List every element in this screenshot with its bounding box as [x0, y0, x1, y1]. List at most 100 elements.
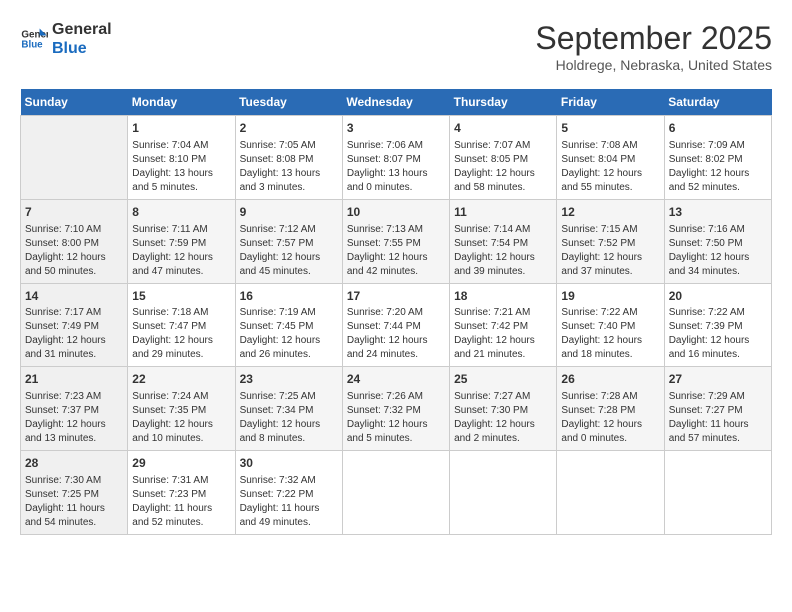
day-info: Sunrise: 7:11 AM Sunset: 7:59 PM Dayligh… [132, 223, 230, 279]
calendar-cell: 12 Sunrise: 7:15 AM Sunset: 7:52 PM Dayli… [557, 199, 664, 283]
day-info: Sunrise: 7:19 AM Sunset: 7:45 PM Dayligh… [240, 306, 338, 362]
day-number: 25 [454, 371, 552, 388]
day-number: 7 [25, 204, 123, 221]
month-title: September 2025 [535, 20, 772, 57]
day-info: Sunrise: 7:04 AM Sunset: 8:10 PM Dayligh… [132, 139, 230, 195]
day-number: 22 [132, 371, 230, 388]
day-number: 30 [240, 455, 338, 472]
calendar-cell: 4 Sunrise: 7:07 AM Sunset: 8:05 PM Daylig… [450, 116, 557, 200]
day-number: 16 [240, 288, 338, 305]
day-info: Sunrise: 7:22 AM Sunset: 7:40 PM Dayligh… [561, 306, 659, 362]
week-row-4: 21 Sunrise: 7:23 AM Sunset: 7:37 PM Dayli… [21, 367, 772, 451]
calendar-cell: 28 Sunrise: 7:30 AM Sunset: 7:25 PM Dayli… [21, 451, 128, 535]
day-info: Sunrise: 7:26 AM Sunset: 7:32 PM Dayligh… [347, 390, 445, 446]
day-info: Sunrise: 7:22 AM Sunset: 7:39 PM Dayligh… [669, 306, 767, 362]
calendar-cell: 14Sunrise: 7:17 AM Sunset: 7:49 PM Dayli… [21, 283, 128, 367]
day-info: Sunrise: 7:20 AM Sunset: 7:44 PM Dayligh… [347, 306, 445, 362]
calendar-cell: 7 Sunrise: 7:10 AM Sunset: 8:00 PM Daylig… [21, 199, 128, 283]
week-row-1: 1 Sunrise: 7:04 AM Sunset: 8:10 PM Daylig… [21, 116, 772, 200]
calendar-cell: 26 Sunrise: 7:28 AM Sunset: 7:28 PM Dayli… [557, 367, 664, 451]
day-number: 20 [669, 288, 767, 305]
day-number: 9 [240, 204, 338, 221]
calendar-cell: 19Sunrise: 7:22 AM Sunset: 7:40 PM Dayli… [557, 283, 664, 367]
day-info: Sunrise: 7:17 AM Sunset: 7:49 PM Dayligh… [25, 306, 123, 362]
day-info: Sunrise: 7:23 AM Sunset: 7:37 PM Dayligh… [25, 390, 123, 446]
calendar-cell [450, 451, 557, 535]
weekday-header-wednesday: Wednesday [342, 89, 449, 116]
calendar-cell: 20Sunrise: 7:22 AM Sunset: 7:39 PM Dayli… [664, 283, 771, 367]
calendar-cell: 15Sunrise: 7:18 AM Sunset: 7:47 PM Dayli… [128, 283, 235, 367]
calendar-table: SundayMondayTuesdayWednesdayThursdayFrid… [20, 89, 772, 535]
day-number: 12 [561, 204, 659, 221]
calendar-cell: 6 Sunrise: 7:09 AM Sunset: 8:02 PM Daylig… [664, 116, 771, 200]
day-number: 24 [347, 371, 445, 388]
day-number: 15 [132, 288, 230, 305]
day-number: 10 [347, 204, 445, 221]
day-info: Sunrise: 7:14 AM Sunset: 7:54 PM Dayligh… [454, 223, 552, 279]
day-info: Sunrise: 7:15 AM Sunset: 7:52 PM Dayligh… [561, 223, 659, 279]
calendar-cell [664, 451, 771, 535]
calendar-cell [557, 451, 664, 535]
weekday-header-thursday: Thursday [450, 89, 557, 116]
day-number: 21 [25, 371, 123, 388]
day-number: 28 [25, 455, 123, 472]
calendar-cell: 9Sunrise: 7:12 AM Sunset: 7:57 PM Daylig… [235, 199, 342, 283]
logo-general: General [52, 20, 112, 39]
calendar-cell: 27 Sunrise: 7:29 AM Sunset: 7:27 PM Dayli… [664, 367, 771, 451]
calendar-cell [21, 116, 128, 200]
page-header: General Blue General Blue September 2025… [20, 20, 772, 73]
day-info: Sunrise: 7:10 AM Sunset: 8:00 PM Dayligh… [25, 223, 123, 279]
day-info: Sunrise: 7:13 AM Sunset: 7:55 PM Dayligh… [347, 223, 445, 279]
weekday-header-monday: Monday [128, 89, 235, 116]
day-info: Sunrise: 7:28 AM Sunset: 7:28 PM Dayligh… [561, 390, 659, 446]
calendar-cell: 25 Sunrise: 7:27 AM Sunset: 7:30 PM Dayli… [450, 367, 557, 451]
day-info: Sunrise: 7:31 AM Sunset: 7:23 PM Dayligh… [132, 474, 230, 530]
logo: General Blue General Blue [20, 20, 112, 58]
day-number: 14 [25, 288, 123, 305]
day-number: 3 [347, 120, 445, 137]
calendar-cell: 11 Sunrise: 7:14 AM Sunset: 7:54 PM Dayli… [450, 199, 557, 283]
day-number: 13 [669, 204, 767, 221]
week-row-5: 28 Sunrise: 7:30 AM Sunset: 7:25 PM Dayli… [21, 451, 772, 535]
calendar-cell: 16Sunrise: 7:19 AM Sunset: 7:45 PM Dayli… [235, 283, 342, 367]
day-info: Sunrise: 7:29 AM Sunset: 7:27 PM Dayligh… [669, 390, 767, 446]
day-number: 6 [669, 120, 767, 137]
day-info: Sunrise: 7:07 AM Sunset: 8:05 PM Dayligh… [454, 139, 552, 195]
day-info: Sunrise: 7:24 AM Sunset: 7:35 PM Dayligh… [132, 390, 230, 446]
day-number: 5 [561, 120, 659, 137]
day-number: 11 [454, 204, 552, 221]
logo-blue: Blue [52, 39, 112, 58]
day-info: Sunrise: 7:16 AM Sunset: 7:50 PM Dayligh… [669, 223, 767, 279]
calendar-cell: 5Sunrise: 7:08 AM Sunset: 8:04 PM Daylig… [557, 116, 664, 200]
calendar-cell: 30 Sunrise: 7:32 AM Sunset: 7:22 PM Dayli… [235, 451, 342, 535]
calendar-cell: 21 Sunrise: 7:23 AM Sunset: 7:37 PM Dayli… [21, 367, 128, 451]
location-subtitle: Holdrege, Nebraska, United States [535, 57, 772, 73]
weekday-header-row: SundayMondayTuesdayWednesdayThursdayFrid… [21, 89, 772, 116]
calendar-cell: 1 Sunrise: 7:04 AM Sunset: 8:10 PM Daylig… [128, 116, 235, 200]
day-info: Sunrise: 7:30 AM Sunset: 7:25 PM Dayligh… [25, 474, 123, 530]
weekday-header-sunday: Sunday [21, 89, 128, 116]
day-number: 4 [454, 120, 552, 137]
calendar-cell [342, 451, 449, 535]
day-number: 1 [132, 120, 230, 137]
day-number: 27 [669, 371, 767, 388]
day-number: 29 [132, 455, 230, 472]
calendar-cell: 17Sunrise: 7:20 AM Sunset: 7:44 PM Dayli… [342, 283, 449, 367]
calendar-cell: 2Sunrise: 7:05 AM Sunset: 8:08 PM Daylig… [235, 116, 342, 200]
title-block: September 2025 Holdrege, Nebraska, Unite… [535, 20, 772, 73]
day-info: Sunrise: 7:09 AM Sunset: 8:02 PM Dayligh… [669, 139, 767, 195]
day-number: 17 [347, 288, 445, 305]
weekday-header-friday: Friday [557, 89, 664, 116]
calendar-cell: 29 Sunrise: 7:31 AM Sunset: 7:23 PM Dayli… [128, 451, 235, 535]
day-number: 2 [240, 120, 338, 137]
day-number: 26 [561, 371, 659, 388]
day-number: 19 [561, 288, 659, 305]
day-info: Sunrise: 7:32 AM Sunset: 7:22 PM Dayligh… [240, 474, 338, 530]
calendar-cell: 13 Sunrise: 7:16 AM Sunset: 7:50 PM Dayli… [664, 199, 771, 283]
week-row-2: 7 Sunrise: 7:10 AM Sunset: 8:00 PM Daylig… [21, 199, 772, 283]
day-info: Sunrise: 7:21 AM Sunset: 7:42 PM Dayligh… [454, 306, 552, 362]
day-info: Sunrise: 7:27 AM Sunset: 7:30 PM Dayligh… [454, 390, 552, 446]
calendar-cell: 3Sunrise: 7:06 AM Sunset: 8:07 PM Daylig… [342, 116, 449, 200]
weekday-header-saturday: Saturday [664, 89, 771, 116]
logo-icon: General Blue [20, 25, 48, 53]
